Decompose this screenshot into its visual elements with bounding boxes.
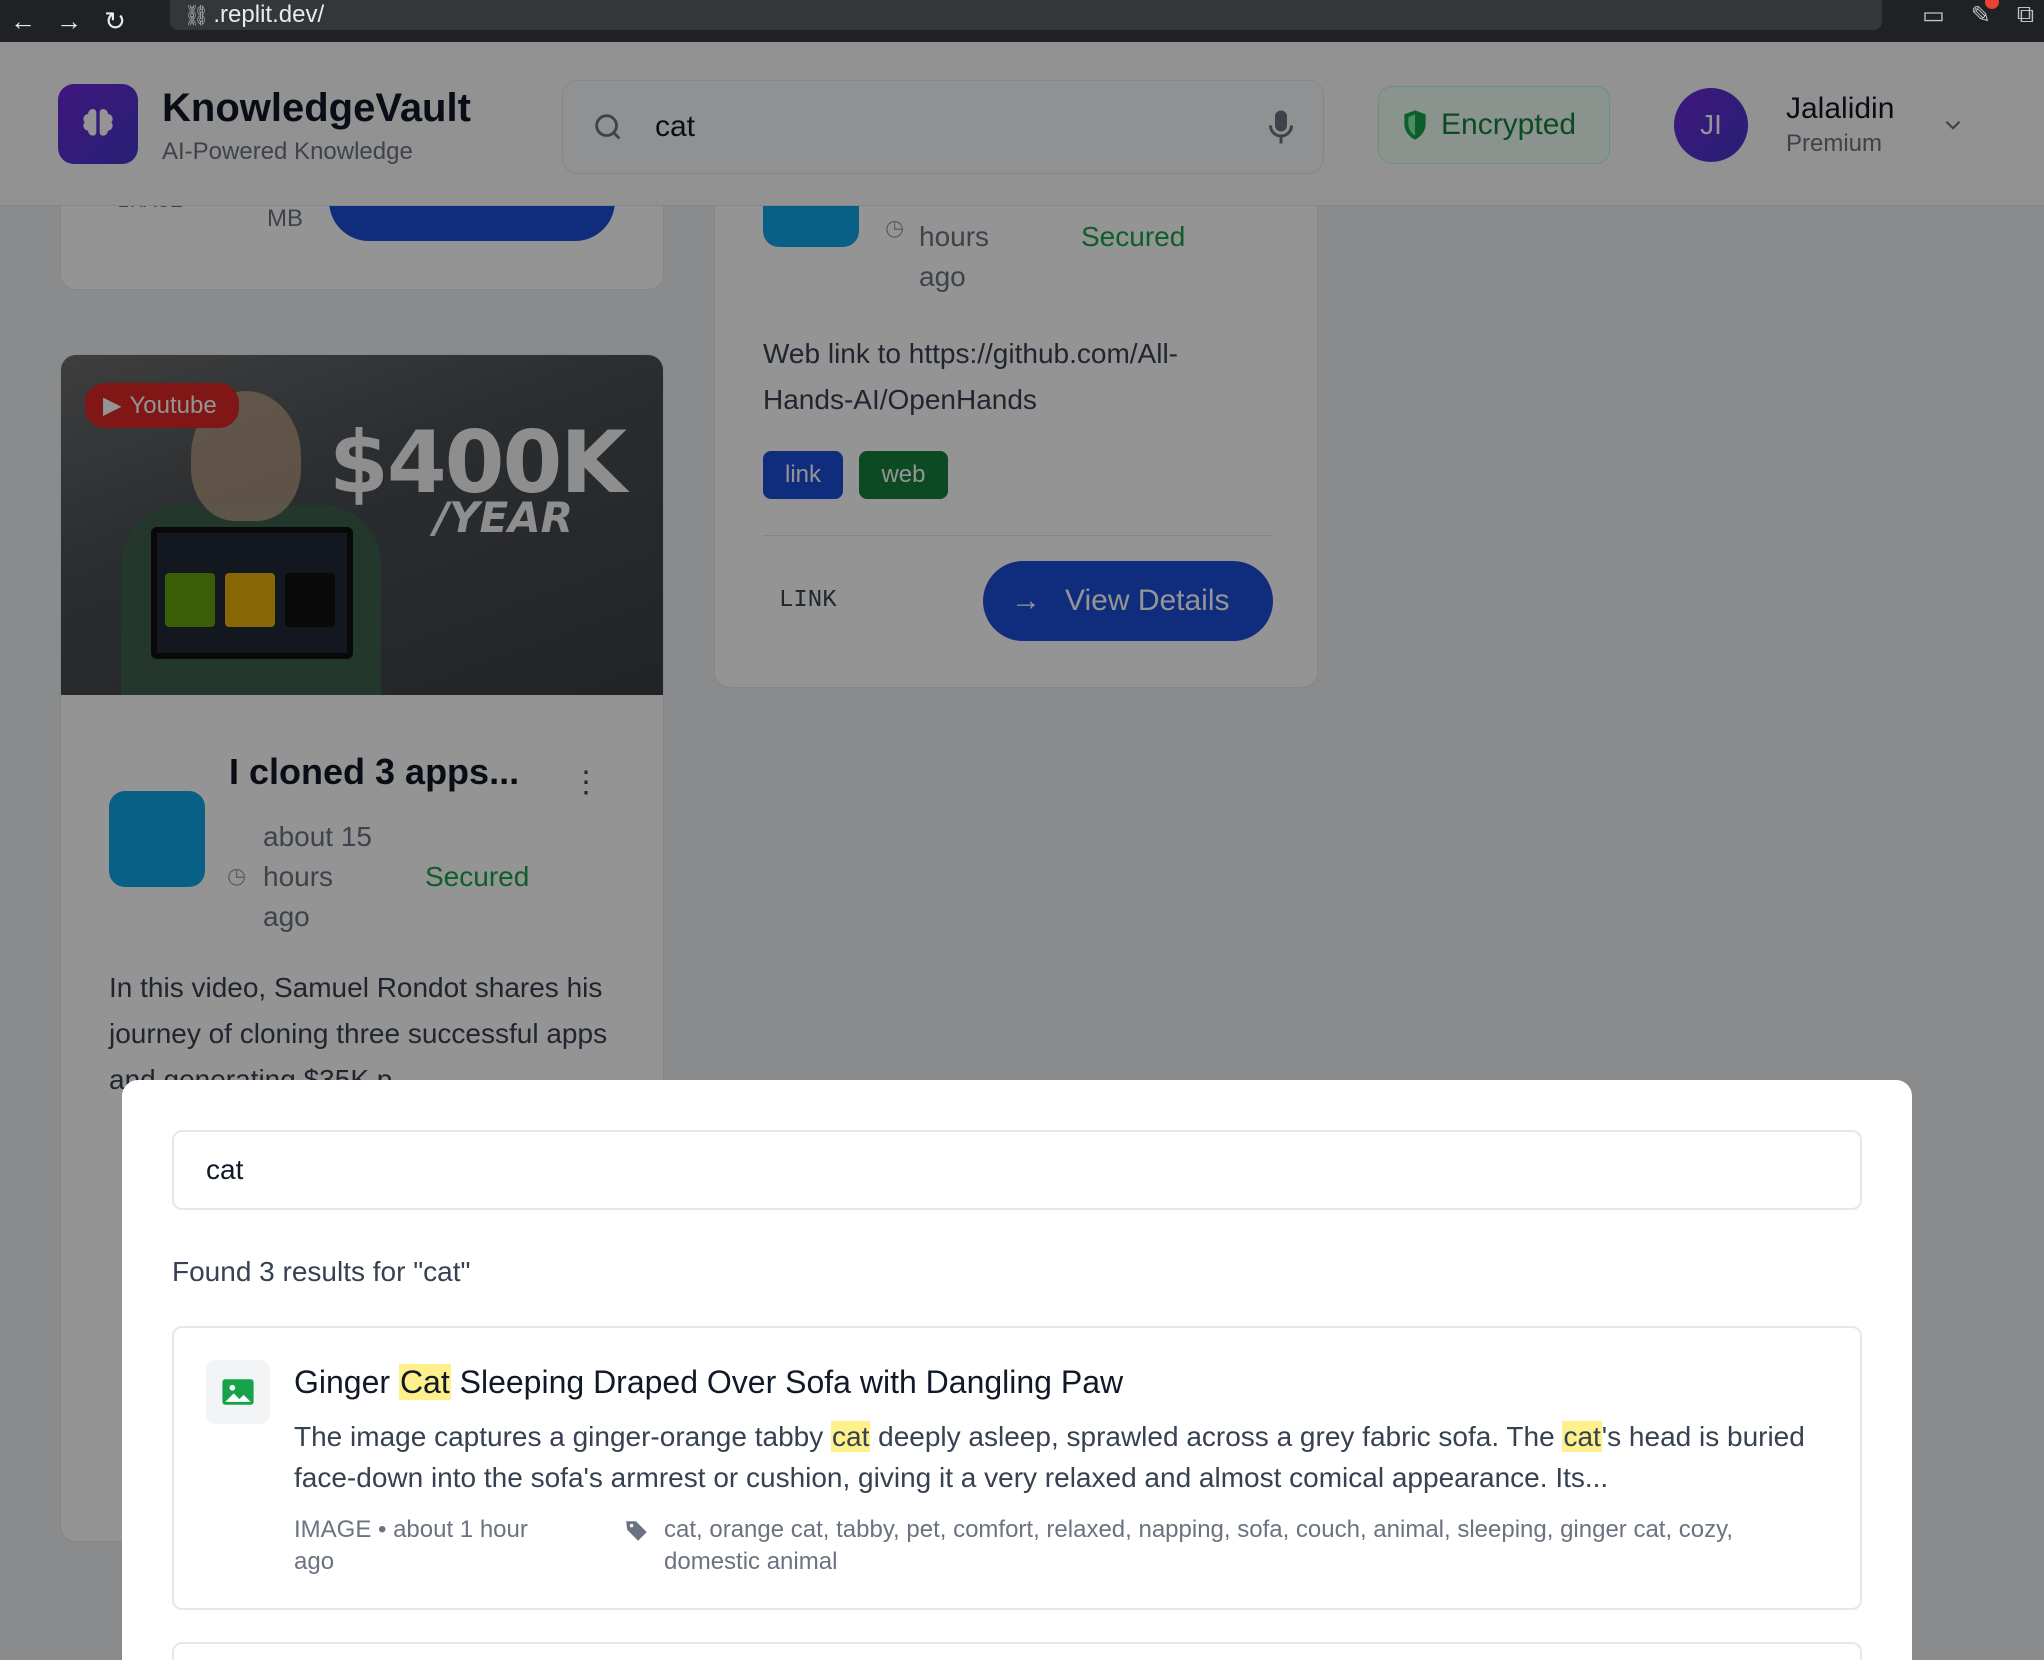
- result-tags: cat, orange cat, tabby, pet, comfort, re…: [624, 1514, 1834, 1578]
- search-result[interactable]: Ginger Cat Sleeping Draped Over Sofa wit…: [172, 1326, 1862, 1610]
- result-title[interactable]: Ginger Cat Sleeping Draped Over Sofa wit…: [294, 1364, 1123, 1401]
- search-result[interactable]: [172, 1642, 1862, 1660]
- highlight: cat: [831, 1421, 871, 1452]
- open-external-icon[interactable]: ⧉: [2017, 1, 2034, 29]
- forward-icon[interactable]: →: [46, 0, 92, 42]
- back-icon[interactable]: ←: [0, 0, 46, 42]
- modal-search-input[interactable]: cat: [172, 1130, 1862, 1210]
- search-modal: cat Found 3 results for "cat" Ginger Cat…: [122, 1080, 1912, 1660]
- image-icon: [206, 1360, 270, 1424]
- reload-icon[interactable]: ↻: [92, 0, 138, 42]
- result-tags-text: cat, orange cat, tabby, pet, comfort, re…: [664, 1516, 1734, 1575]
- address-bar[interactable]: ⛓ .replit.dev/: [170, 0, 1882, 30]
- extensions-icon[interactable]: ✎: [1971, 0, 1999, 30]
- highlight: cat: [1562, 1421, 1602, 1452]
- modal-search-value: cat: [206, 1154, 244, 1185]
- link-icon: ⛓: [184, 4, 210, 27]
- results-count: Found 3 results for "cat": [172, 1256, 471, 1287]
- result-description: The image captures a ginger-orange tabby…: [294, 1421, 1805, 1493]
- devices-icon[interactable]: ▭: [1922, 1, 1945, 30]
- result-meta: IMAGE • about 1 hour ago: [294, 1516, 528, 1575]
- tags-icon: [626, 1521, 647, 1541]
- notification-dot: [1984, 0, 1999, 9]
- browser-toolbar: ← → ↻ ⛓ .replit.dev/ ▭ ✎ ⧉: [0, 0, 2044, 42]
- url-text: .replit.dev/: [213, 1, 325, 28]
- highlight: Cat: [398, 1364, 451, 1400]
